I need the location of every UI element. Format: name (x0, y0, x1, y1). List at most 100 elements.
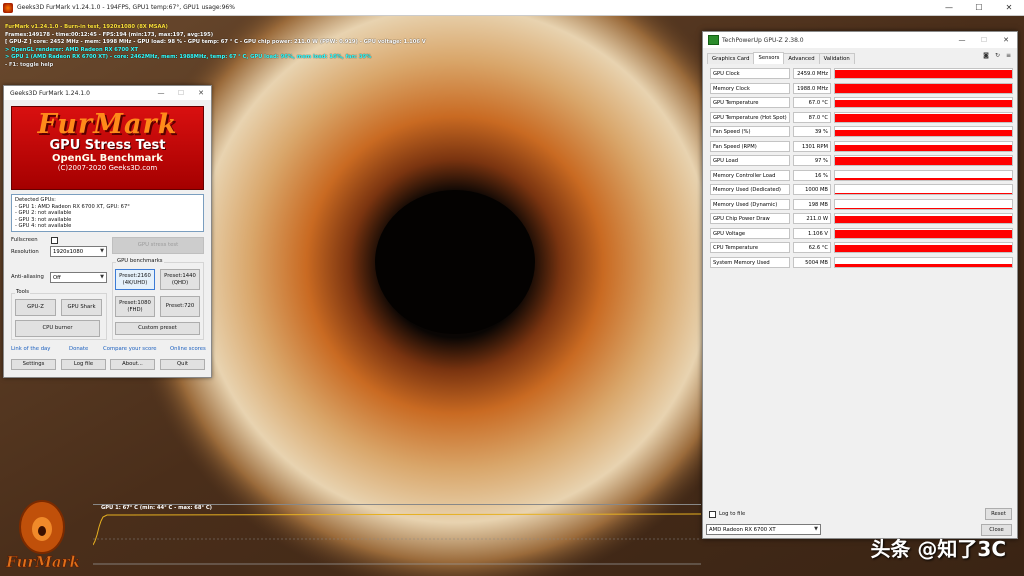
banner-copyright: (C)2007-2020 Geeks3D.com (57, 164, 158, 172)
chevron-down-icon: ▼ (100, 274, 104, 280)
log-to-file-checkbox[interactable] (709, 511, 716, 518)
osd-line: > GPU 1 (AMD Radeon RX 6700 XT) - core: … (5, 54, 372, 61)
sensor-value: 211.0 W (793, 213, 831, 224)
antialiasing-value: Off (53, 274, 61, 281)
detected-gpus-title: Detected GPUs: (15, 197, 56, 203)
sensor-graph (834, 256, 1013, 268)
gpu-entry: - GPU 3: not available (15, 216, 72, 223)
sensor-row: GPU Voltage 1.106 V (708, 227, 1014, 240)
resolution-value: 1920x1080 (53, 248, 84, 255)
osd-line: - F1: toggle help (5, 61, 54, 68)
sensor-value: 39 % (793, 126, 831, 137)
online-scores-link[interactable]: Online scores (170, 346, 206, 352)
gpuz-minimize-button[interactable]: — (951, 36, 973, 44)
sensor-graph-fill (835, 178, 1012, 180)
sensor-graph (834, 242, 1013, 253)
link-of-the-day[interactable]: Link of the day (11, 346, 50, 352)
dialog-maximize-button[interactable]: ☐ (171, 89, 191, 97)
sensor-graph-fill (835, 144, 1012, 151)
maximize-button[interactable]: ☐ (964, 3, 994, 12)
quit-button[interactable]: Quit (160, 359, 205, 370)
preset-2160-button[interactable]: Preset:2160 (4K/UHD) (115, 269, 155, 290)
tab-validation[interactable]: Validation (818, 53, 855, 64)
sensor-value: 62.6 °C (793, 242, 831, 253)
resolution-select[interactable]: 1920x1080 ▼ (50, 246, 107, 257)
sensor-name[interactable]: System Memory Used (710, 256, 790, 268)
donate-link[interactable]: Donate (69, 346, 88, 352)
gpu-select-value: AMD Radeon RX 6700 XT (709, 526, 776, 533)
log-file-button[interactable]: Log file (61, 359, 106, 370)
about-button[interactable]: About... (110, 359, 155, 370)
preset-1440-button[interactable]: Preset:1440 (QHD) (160, 269, 200, 290)
gpu-z-button[interactable]: GPU-Z (15, 299, 56, 316)
sensor-row: Fan Speed (RPM) 1301 RPM (708, 140, 1014, 153)
sensor-graph-fill (835, 114, 1012, 122)
sensor-graph (834, 68, 1013, 79)
main-window-title: Geeks3D FurMark v1.24.1.0 - 194FPS, GPU1… (17, 4, 235, 11)
settings-button[interactable]: Settings (11, 359, 56, 370)
sensor-graph (834, 111, 1013, 123)
sensor-name[interactable]: GPU Clock (710, 68, 790, 79)
sensor-name[interactable]: Memory Used (Dynamic) (710, 198, 790, 210)
gpuz-title: TechPowerUp GPU-Z 2.38.0 (722, 36, 804, 44)
tab-graphics-card[interactable]: Graphics Card (707, 53, 755, 64)
gpu-stress-test-button[interactable]: GPU stress test (112, 237, 204, 254)
furmark-corner-logo: FurMark (5, 500, 80, 571)
gpuz-maximize-button[interactable]: ☐ (973, 36, 995, 44)
preset-1080-label: Preset:1080 (FHD) (119, 300, 151, 313)
sensor-graph-fill (835, 264, 1012, 267)
gpu-select[interactable]: AMD Radeon RX 6700 XT ▼ (706, 524, 821, 535)
furmark-banner: FurMark GPU Stress Test OpenGL Benchmark… (11, 106, 204, 190)
cpu-burner-button[interactable]: CPU burner (15, 320, 100, 337)
sensor-name[interactable]: GPU Voltage (710, 227, 790, 239)
preset-1080-button[interactable]: Preset:1080 (FHD) (115, 296, 155, 317)
sensor-graph (834, 227, 1013, 239)
sensor-name[interactable]: GPU Load (710, 155, 790, 166)
minimize-button[interactable]: — (934, 3, 964, 12)
sensor-row: GPU Chip Power Draw 211.0 W (708, 212, 1014, 225)
antialiasing-select[interactable]: Off ▼ (50, 272, 107, 283)
sensor-value: 1988.0 MHz (793, 82, 831, 94)
preset-720-button[interactable]: Preset:720 (160, 296, 200, 317)
camera-icon[interactable]: ◙ (983, 52, 989, 59)
furmark-logo-text: FurMark (5, 553, 80, 571)
watermark: 头条 @知了3C (870, 537, 1006, 561)
sensor-row: Memory Controller Load 16 % (708, 169, 1014, 182)
sensor-name[interactable]: Memory Clock (710, 82, 790, 94)
close-button[interactable]: ✕ (994, 3, 1024, 12)
sensor-row: Fan Speed (%) 39 % (708, 125, 1014, 138)
sensor-name[interactable]: Fan Speed (RPM) (710, 140, 790, 152)
sensor-row: GPU Temperature 67.0 °C (708, 96, 1014, 109)
fullscreen-checkbox[interactable] (51, 237, 58, 244)
furmark-dialog-title: Geeks3D FurMark 1.24.1.0 (10, 89, 90, 97)
sensor-name[interactable]: Memory Controller Load (710, 169, 790, 181)
sensor-graph (834, 184, 1013, 195)
sensor-graph (834, 155, 1013, 166)
sensor-name[interactable]: Fan Speed (%) (710, 126, 790, 137)
preset-2160-label: Preset:2160 (4K/UHD) (119, 273, 151, 286)
reset-button[interactable]: Reset (985, 508, 1012, 520)
tab-advanced[interactable]: Advanced (783, 53, 820, 64)
sensor-value: 1301 RPM (793, 140, 831, 152)
custom-preset-button[interactable]: Custom preset (115, 322, 200, 335)
gpu-shark-button[interactable]: GPU Shark (61, 299, 102, 316)
sensor-value: 1.106 V (793, 227, 831, 239)
tab-sensors[interactable]: Sensors (753, 52, 785, 64)
tools-label: Tools (15, 289, 31, 295)
sensor-name[interactable]: GPU Temperature (Hot Spot) (710, 111, 790, 123)
sensor-name[interactable]: GPU Chip Power Draw (710, 213, 790, 224)
sensor-value: 16 % (793, 169, 831, 181)
sensor-value: 5004 MB (793, 256, 831, 268)
banner-subtitle: GPU Stress Test (49, 138, 166, 153)
menu-icon[interactable]: ≡ (1006, 52, 1011, 59)
sensor-name[interactable]: GPU Temperature (710, 97, 790, 108)
dialog-close-button[interactable]: ✕ (191, 89, 211, 97)
gpuz-close-button[interactable]: ✕ (995, 36, 1017, 44)
temperature-line (93, 513, 701, 546)
dialog-minimize-button[interactable]: — (151, 89, 171, 97)
sensor-name[interactable]: Memory Used (Dedicated) (710, 184, 790, 195)
sensor-name[interactable]: CPU Temperature (710, 242, 790, 253)
refresh-icon[interactable]: ↻ (995, 52, 1000, 59)
sensor-value: 97 % (793, 155, 831, 166)
compare-score-link[interactable]: Compare your score (103, 346, 157, 352)
